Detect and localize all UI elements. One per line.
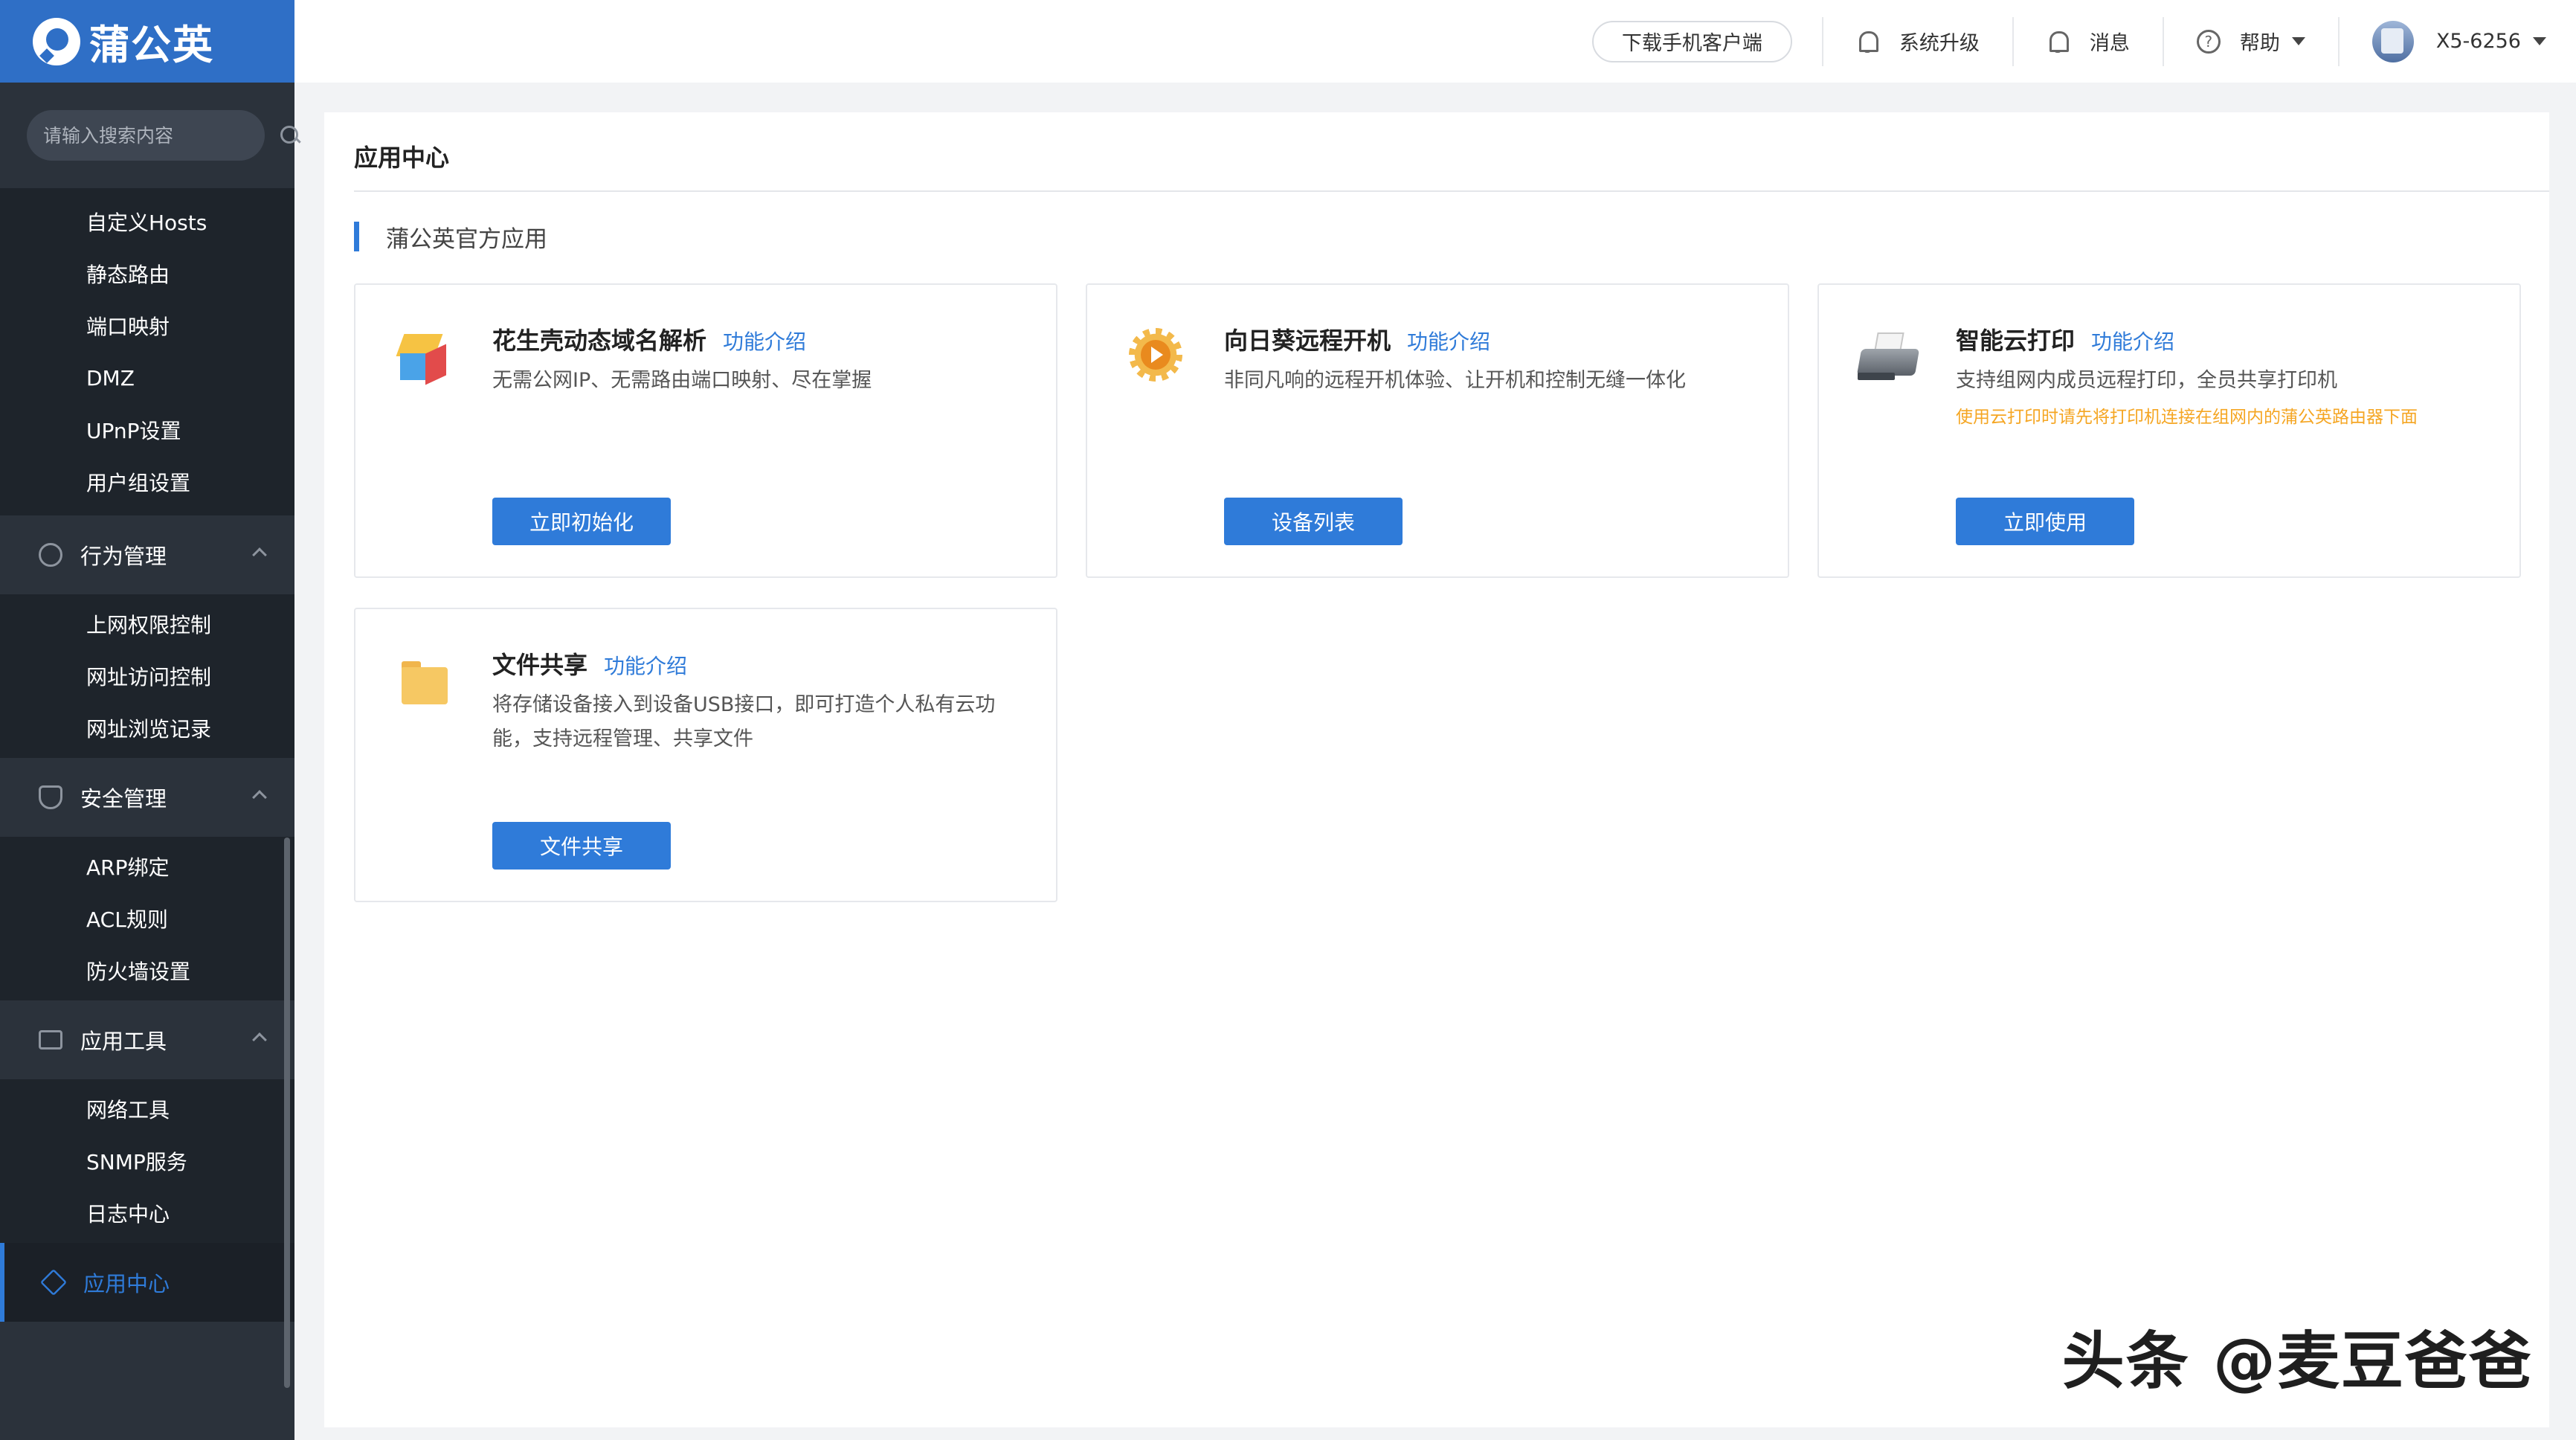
file-share-button[interactable]: 文件共享: [492, 822, 671, 870]
help-icon: ?: [2196, 29, 2221, 54]
sidebar-item-url-access[interactable]: 网址访问控制: [0, 650, 294, 702]
section-title-text: 蒲公英官方应用: [386, 225, 547, 253]
sidebar-group-label: 行为管理: [80, 544, 167, 569]
device-list-button[interactable]: 设备列表: [1224, 498, 1403, 545]
feature-intro-link[interactable]: 功能介绍: [723, 326, 806, 356]
chevron-up-icon: [252, 547, 267, 562]
cube-icon: [39, 1268, 68, 1296]
brand-name: 蒲公英: [89, 22, 214, 68]
caret-down-icon: [2533, 37, 2546, 45]
messages-button[interactable]: 消息: [2047, 27, 2130, 56]
download-app-button[interactable]: 下载手机客户端: [1591, 20, 1792, 62]
app-card-file-share: 文件共享 功能介绍 将存储设备接入到设备USB接口，即可打造个人私有云功能，支持…: [354, 608, 1057, 902]
eye-icon: [39, 543, 62, 567]
main-panel: 应用中心 蒲公英官方应用 花生壳动态域名解析 功能介绍 无需公网IP、无需路由端…: [324, 112, 2549, 1427]
messages-label: 消息: [2089, 32, 2130, 55]
app-card-header: 向日葵远程开机 功能介绍: [1224, 322, 1490, 356]
sidebar-submenu-behavior: 上网权限控制 网址访问控制 网址浏览记录: [0, 594, 294, 758]
sunflower-icon: [1124, 324, 1187, 386]
header-divider: [2012, 16, 2014, 66]
watermark: 头条 @麦豆爸爸: [2061, 1325, 2533, 1398]
app-card-header: 花生壳动态域名解析 功能介绍: [492, 322, 806, 356]
sidebar-item-acl[interactable]: ACL规则: [0, 893, 294, 945]
bell-icon: [2047, 30, 2070, 54]
page-title: 应用中心: [354, 144, 450, 172]
sidebar-submenu-network: 自定义Hosts 静态路由 端口映射 DMZ UPnP设置 用户组设置: [0, 188, 294, 515]
folder-icon: [393, 648, 455, 710]
sidebar-item-snmp[interactable]: SNMP服务: [0, 1135, 294, 1187]
sidebar-submenu-tools: 网络工具 SNMP服务 日志中心: [0, 1079, 294, 1243]
sidebar-submenu-security: ARP绑定 ACL规则 防火墙设置: [0, 837, 294, 1000]
header-divider: [2162, 16, 2164, 66]
brand-logo[interactable]: 蒲公英: [0, 0, 294, 83]
chevron-up-icon: [252, 1032, 267, 1047]
sidebar-search: [0, 83, 298, 188]
app-card-header: 文件共享 功能介绍: [492, 646, 687, 681]
sidebar-item-user-group[interactable]: 用户组设置: [0, 456, 294, 508]
app-description: 非同凡响的远程开机体验、让开机和控制无缝一体化: [1224, 369, 1686, 392]
sidebar-group-label: 应用工具: [80, 1029, 167, 1054]
sidebar-item-static-route[interactable]: 静态路由: [0, 248, 294, 300]
header-divider: [1821, 16, 1823, 66]
app-name: 智能云打印: [1956, 327, 2076, 355]
toolbox-icon: [39, 1030, 62, 1050]
sidebar-item-firewall[interactable]: 防火墙设置: [0, 945, 294, 997]
app-card-header: 智能云打印 功能介绍: [1956, 322, 2174, 356]
sidebar-item-port-mapping[interactable]: 端口映射: [0, 300, 294, 352]
feature-intro-link[interactable]: 功能介绍: [604, 650, 687, 680]
app-note: 使用云打印时请先将打印机连接在组网内的蒲公英路由器下面: [1956, 408, 2418, 427]
shield-icon: [39, 785, 62, 809]
sidebar-group-tools[interactable]: 应用工具: [0, 1000, 294, 1079]
system-upgrade-button[interactable]: 系统升级: [1856, 27, 1980, 56]
help-menu[interactable]: ? 帮助: [2196, 27, 2305, 56]
device-name: X5-6256: [2435, 30, 2521, 53]
sidebar-item-arp[interactable]: ARP绑定: [0, 840, 294, 893]
sidebar-item-upnp[interactable]: UPnP设置: [0, 404, 294, 456]
header-divider: [2337, 16, 2340, 66]
system-upgrade-label: 系统升级: [1899, 32, 1980, 55]
app-card-cloud-print: 智能云打印 功能介绍 支持组网内成员远程打印，全员共享打印机 使用云打印时请先将…: [1817, 283, 2521, 578]
help-label: 帮助: [2239, 32, 2280, 55]
top-header: 下载手机客户端 系统升级 消息 ? 帮助 X5-6256: [294, 0, 2576, 83]
app-name: 文件共享: [492, 651, 588, 679]
section-title: 蒲公英官方应用: [354, 222, 547, 253]
sidebar-scrollbar[interactable]: [284, 838, 290, 1388]
sidebar-item-url-history[interactable]: 网址浏览记录: [0, 702, 294, 754]
sidebar-item-log-center[interactable]: 日志中心: [0, 1187, 294, 1239]
sidebar-group-security[interactable]: 安全管理: [0, 758, 294, 837]
sidebar: 蒲公英 自定义Hosts 静态路由 端口映射 DMZ UPnP设置 用户组设置 …: [0, 0, 298, 1440]
sidebar-group-behavior[interactable]: 行为管理: [0, 515, 294, 594]
sidebar-item-dmz[interactable]: DMZ: [0, 352, 294, 404]
sidebar-item-app-center[interactable]: 应用中心: [0, 1243, 294, 1322]
caret-down-icon: [2291, 37, 2305, 45]
initialize-now-button[interactable]: 立即初始化: [492, 498, 671, 545]
app-name: 花生壳动态域名解析: [492, 327, 707, 355]
feature-intro-link[interactable]: 功能介绍: [2091, 326, 2174, 356]
dandelion-logo-icon: [33, 17, 80, 65]
app-description: 将存储设备接入到设备USB接口，即可打造个人私有云功能，支持远程管理、共享文件: [492, 693, 996, 750]
device-menu[interactable]: X5-6256: [2371, 20, 2546, 62]
app-name: 向日葵远程开机: [1224, 327, 1391, 355]
title-divider: [354, 190, 2549, 192]
feature-intro-link[interactable]: 功能介绍: [1407, 326, 1490, 356]
rocket-icon: [1856, 30, 1880, 54]
sidebar-group-label: 安全管理: [80, 786, 167, 811]
sidebar-item-label: 应用中心: [83, 1271, 170, 1296]
search-box[interactable]: [27, 110, 298, 161]
printer-icon: [1856, 324, 1920, 386]
use-now-button[interactable]: 立即使用: [1956, 498, 2134, 545]
app-card-peanut-hull: 花生壳动态域名解析 功能介绍 无需公网IP、无需路由端口映射、尽在掌握 立即初始…: [354, 283, 1057, 578]
router-icon: [2371, 20, 2414, 62]
app-card-sunlogin: 向日葵远程开机 功能介绍 非同凡响的远程开机体验、让开机和控制无缝一体化 设备列…: [1086, 283, 1789, 578]
chevron-up-icon: [252, 790, 267, 805]
sidebar-item-network-tools[interactable]: 网络工具: [0, 1083, 294, 1135]
sidebar-item-internet-access[interactable]: 上网权限控制: [0, 598, 294, 650]
app-description: 支持组网内成员远程打印，全员共享打印机: [1956, 369, 2337, 392]
app-description: 无需公网IP、无需路由端口映射、尽在掌握: [492, 369, 872, 392]
search-input[interactable]: [43, 124, 279, 147]
sidebar-item-hosts[interactable]: 自定义Hosts: [0, 196, 294, 248]
cube-colored-icon: [393, 324, 455, 386]
